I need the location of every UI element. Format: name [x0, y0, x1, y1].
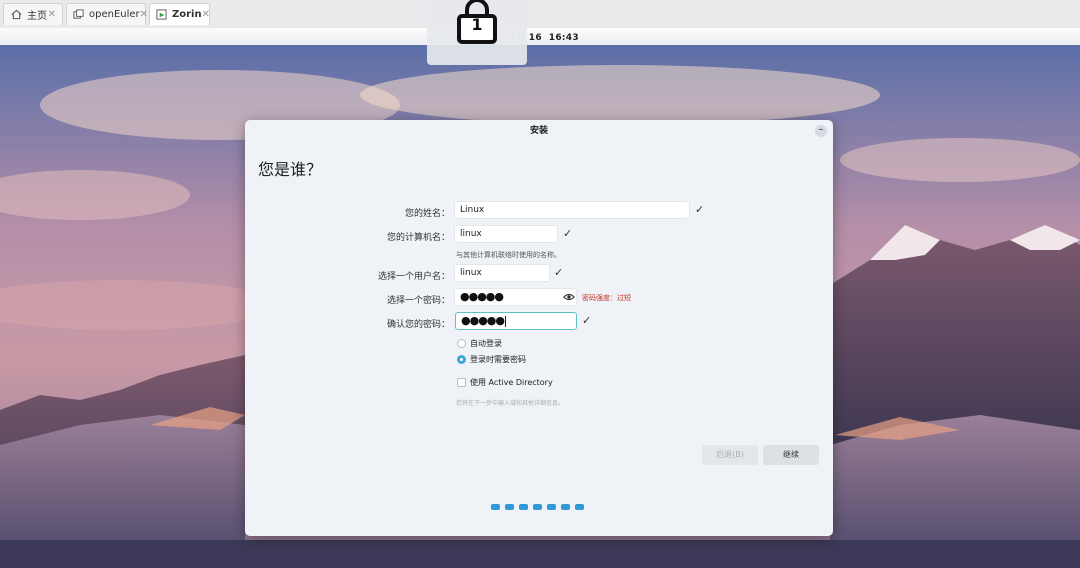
clock-day: 16	[528, 33, 542, 43]
page-title: 您是谁？	[258, 160, 323, 179]
name-label: 您的姓名：	[404, 209, 450, 219]
installer-window: 安装 – 您是谁？ 您的姓名： Linux ✓ 您的计算机名： linux ✓ …	[245, 120, 833, 536]
tab-openeuler[interactable]: openEuler ✕	[66, 3, 148, 25]
username-label: 选择一个用户名：	[377, 272, 450, 282]
check-icon: ✓	[582, 314, 592, 327]
step-dot	[491, 504, 500, 510]
computer-name-field[interactable]: linux	[454, 225, 558, 243]
password-field[interactable]: ●●●●●	[454, 288, 577, 306]
active-directory-checkbox[interactable]	[457, 378, 466, 387]
confirm-password-label: 确认您的密码：	[386, 320, 450, 330]
active-directory-label[interactable]: 使用 Active Directory	[470, 377, 553, 388]
minimize-button[interactable]: –	[815, 125, 827, 137]
workspace-number: 1	[471, 15, 483, 34]
active-directory-hint: 您将在下一步中输入域和其他详细信息。	[456, 400, 565, 407]
tab-zorin[interactable]: Zorin ✕	[149, 3, 210, 25]
step-dot	[575, 504, 584, 510]
tab-zorin-label: Zorin	[172, 9, 202, 20]
password-label: 选择一个密码：	[386, 296, 450, 306]
username-field[interactable]: linux	[454, 264, 550, 282]
vm-icon	[156, 9, 167, 21]
close-icon[interactable]: ✕	[140, 9, 148, 20]
confirm-password-field[interactable]: ●●●●●	[455, 312, 577, 330]
step-dot	[561, 504, 570, 510]
tab-openeuler-label: openEuler	[89, 9, 140, 20]
step-dot	[519, 504, 528, 510]
computer-name-label: 您的计算机名：	[386, 233, 450, 243]
continue-button[interactable]: 继续	[763, 445, 819, 465]
require-password-label[interactable]: 登录时需要密码	[470, 354, 526, 365]
password-strength: 密码强度：过短	[582, 294, 631, 302]
auto-login-label[interactable]: 自动登录	[470, 338, 502, 349]
check-icon: ✓	[563, 227, 573, 240]
name-field[interactable]: Linux	[454, 201, 690, 219]
check-icon: ✓	[554, 266, 564, 279]
close-icon[interactable]: ✕	[48, 9, 56, 20]
tab-home-label: 主页	[27, 11, 47, 22]
window-title: 安装	[529, 126, 548, 136]
step-indicator	[491, 504, 584, 510]
clock-time: 16:43	[548, 33, 579, 43]
require-password-radio[interactable]	[457, 355, 466, 364]
tab-home[interactable]: 主页 ✕	[3, 3, 63, 25]
window-icon	[73, 9, 84, 21]
show-password-icon[interactable]	[563, 292, 575, 302]
step-dot	[505, 504, 514, 510]
step-dot	[533, 504, 542, 510]
lock-indicator-panel: 1	[427, 0, 527, 65]
home-icon	[10, 9, 22, 21]
back-button[interactable]: 后退(B)	[702, 445, 758, 465]
text-caret	[505, 316, 506, 327]
step-dot	[547, 504, 556, 510]
check-icon: ✓	[695, 203, 705, 216]
auto-login-radio[interactable]	[457, 339, 466, 348]
host-tab-bar: 主页 ✕ openEuler ✕ Zorin ✕	[0, 0, 1080, 29]
computer-name-hint: 与其他计算机联络时使用的名称。	[456, 251, 561, 259]
close-icon[interactable]: ✕	[202, 9, 210, 20]
confirm-password-value: ●●●●●	[461, 314, 505, 327]
